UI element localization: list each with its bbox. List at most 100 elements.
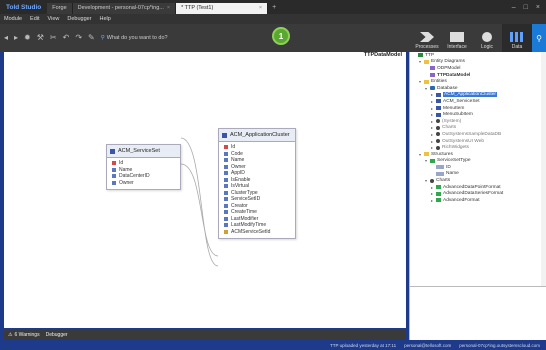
chevron-right-icon[interactable]: ▸ (430, 198, 434, 203)
undo-icon[interactable]: ↶ (63, 34, 70, 42)
tree-item-label: TTPDataModel (437, 72, 471, 78)
tree-item[interactable]: ▸ Charts (410, 125, 546, 132)
chevron-down-icon[interactable]: ▾ (418, 152, 422, 157)
tree-item[interactable]: ▾ Entity Diagrams (410, 59, 546, 66)
reference-icon (430, 178, 434, 183)
tree-item[interactable]: ▸ AdvancedDataSeriesFormat (410, 190, 546, 197)
back-arrow-icon[interactable]: ◂ (4, 34, 8, 42)
search-elements-button[interactable]: ⚲ (532, 24, 546, 52)
tree-item[interactable]: ▾ ServiceSetType (410, 158, 546, 165)
logic-tab[interactable]: Logic (472, 24, 502, 52)
diagram-canvas[interactable]: TTPDataModel ACM_ServiceSet Id Name Data… (4, 52, 406, 328)
bottom-panel-tabs: ⚠ 6 Warnings Debugger (4, 330, 406, 340)
structure-icon (436, 185, 441, 190)
gear-icon[interactable]: ✹ (24, 34, 31, 42)
chevron-right-icon[interactable]: ▸ (430, 99, 434, 104)
tree-item[interactable]: ▸ (System) (410, 118, 546, 125)
chevron-right-icon[interactable]: ▸ (430, 191, 434, 196)
menu-view[interactable]: View (48, 16, 60, 22)
interface-tab[interactable]: Interface (442, 24, 472, 52)
chevron-down-icon[interactable]: ▾ (424, 178, 428, 183)
chevron-right-icon[interactable]: ▸ (430, 119, 434, 124)
chevron-right-icon[interactable]: ▸ (430, 139, 434, 144)
tree-item[interactable]: ▸ OutSystemsSampleDataDB (410, 131, 546, 138)
search-field[interactable]: ⚲ What do you want to do? (101, 35, 168, 41)
warnings-label: 6 Warnings (14, 332, 40, 338)
tree-scrollbar[interactable] (541, 52, 546, 286)
chevron-down-icon[interactable]: ▾ (418, 79, 422, 84)
foreign-key-icon (224, 229, 228, 234)
tree-item[interactable]: ▸ ACM_ServiceSet (410, 98, 546, 105)
tree-item[interactable]: ODPModel (410, 65, 546, 72)
tree-item[interactable]: ▸ RichWidgets (410, 144, 546, 151)
attribute-name: LastModifier (231, 215, 259, 222)
tree-item[interactable]: ▸ AdvancedDataPointFormat (410, 184, 546, 191)
chevron-right-icon[interactable]: ▸ (430, 185, 434, 190)
entity-attribute[interactable]: Owner (107, 180, 180, 187)
tree-item[interactable]: ▸ MenuItem (410, 105, 546, 112)
tree-item[interactable]: ▸ OutSystemsUI Web (410, 138, 546, 145)
primary-key-icon (224, 145, 228, 150)
attribute-name: Creator (231, 202, 248, 209)
tree-item[interactable]: ID (410, 164, 546, 171)
relationship-line (180, 163, 219, 257)
close-icon[interactable]: × (167, 5, 170, 11)
chevron-right-icon[interactable]: ▸ (430, 125, 434, 130)
publish-button[interactable]: 1 (272, 27, 290, 45)
tree-item[interactable]: ▸ ACM_ApplicationCluster (410, 92, 546, 99)
forward-arrow-icon[interactable]: ▸ (14, 34, 18, 42)
maximize-button[interactable]: □ (524, 4, 528, 11)
menu-debugger[interactable]: Debugger (67, 16, 91, 22)
tree-item[interactable]: TTP (410, 52, 546, 59)
relationship-lines (180, 137, 219, 267)
close-icon[interactable]: × (259, 5, 262, 11)
menu-module[interactable]: Module (4, 16, 22, 22)
tree-item[interactable]: ▸ AdvancedFormat (410, 197, 546, 204)
elements-tree[interactable]: TTP ▾ Entity Diagrams ODPModel TTPDataModel ▾… (409, 52, 546, 286)
brush-icon[interactable]: ✎ (88, 34, 95, 42)
tree-item-label: Entity Diagrams (431, 59, 465, 65)
structure-icon (430, 158, 435, 163)
entity-attribute[interactable]: ACMServiceSetId (219, 229, 295, 236)
wrench-icon[interactable]: ⚒ (37, 34, 44, 42)
attribute-name: Owner (119, 179, 134, 186)
processes-tab[interactable]: Processes (412, 24, 442, 52)
debugger-tab[interactable]: Debugger (46, 332, 68, 338)
redo-icon[interactable]: ↷ (75, 34, 82, 42)
folder-icon (424, 59, 429, 64)
chevron-right-icon[interactable]: ▸ (430, 132, 434, 137)
tree-item[interactable]: ▸ MenuSubItem (410, 111, 546, 118)
reference-icon (436, 132, 440, 137)
entity-acm-applicationcluster[interactable]: ACM_ApplicationCluster Id Code Name Owne… (218, 128, 296, 239)
menu-edit[interactable]: Edit (30, 16, 39, 22)
warnings-tab[interactable]: ⚠ 6 Warnings (8, 332, 40, 338)
tree-item[interactable]: ▾ Entities (410, 78, 546, 85)
tree-item[interactable]: TTPDataModel (410, 72, 546, 79)
entity-icon (436, 92, 441, 97)
close-window-button[interactable]: × (536, 4, 540, 11)
tab-forge[interactable]: Forge (47, 2, 73, 14)
tab-forge-label: Forge (52, 5, 67, 11)
menu-help[interactable]: Help (100, 16, 111, 22)
data-tab[interactable]: Data (502, 24, 532, 52)
chevron-right-icon[interactable]: ▸ (430, 145, 434, 150)
tab-development[interactable]: Development - personal-07cp*ing... × (72, 2, 177, 14)
tree-item-label: ServiceSetType (437, 158, 471, 164)
tree-item-label: ACM_ApplicationCluster (443, 92, 497, 98)
cut-icon[interactable]: ✂ (50, 34, 57, 42)
tree-item[interactable]: ▾ Charts (410, 177, 546, 184)
chevron-right-icon[interactable]: ▸ (430, 106, 434, 111)
chevron-right-icon[interactable]: ▸ (430, 112, 434, 117)
add-tab-button[interactable]: + (268, 4, 280, 11)
tab-ttp[interactable]: * TTP (Test1) × (176, 2, 269, 14)
minimize-button[interactable]: – (512, 4, 516, 11)
tree-item[interactable]: ▾ Database (410, 85, 546, 92)
tree-item[interactable]: ▾ Structures (410, 151, 546, 158)
tree-item[interactable]: Name (410, 171, 546, 178)
tree-item-label: OutSystemsSampleDataDB (442, 131, 502, 137)
entity-acm-serviceset[interactable]: ACM_ServiceSet Id Name DataCenterID Owne… (106, 144, 181, 190)
chevron-down-icon[interactable]: ▾ (424, 158, 428, 163)
chevron-down-icon[interactable]: ▾ (418, 59, 422, 64)
chevron-right-icon[interactable]: ▸ (430, 92, 434, 97)
chevron-down-icon[interactable]: ▾ (424, 86, 428, 91)
